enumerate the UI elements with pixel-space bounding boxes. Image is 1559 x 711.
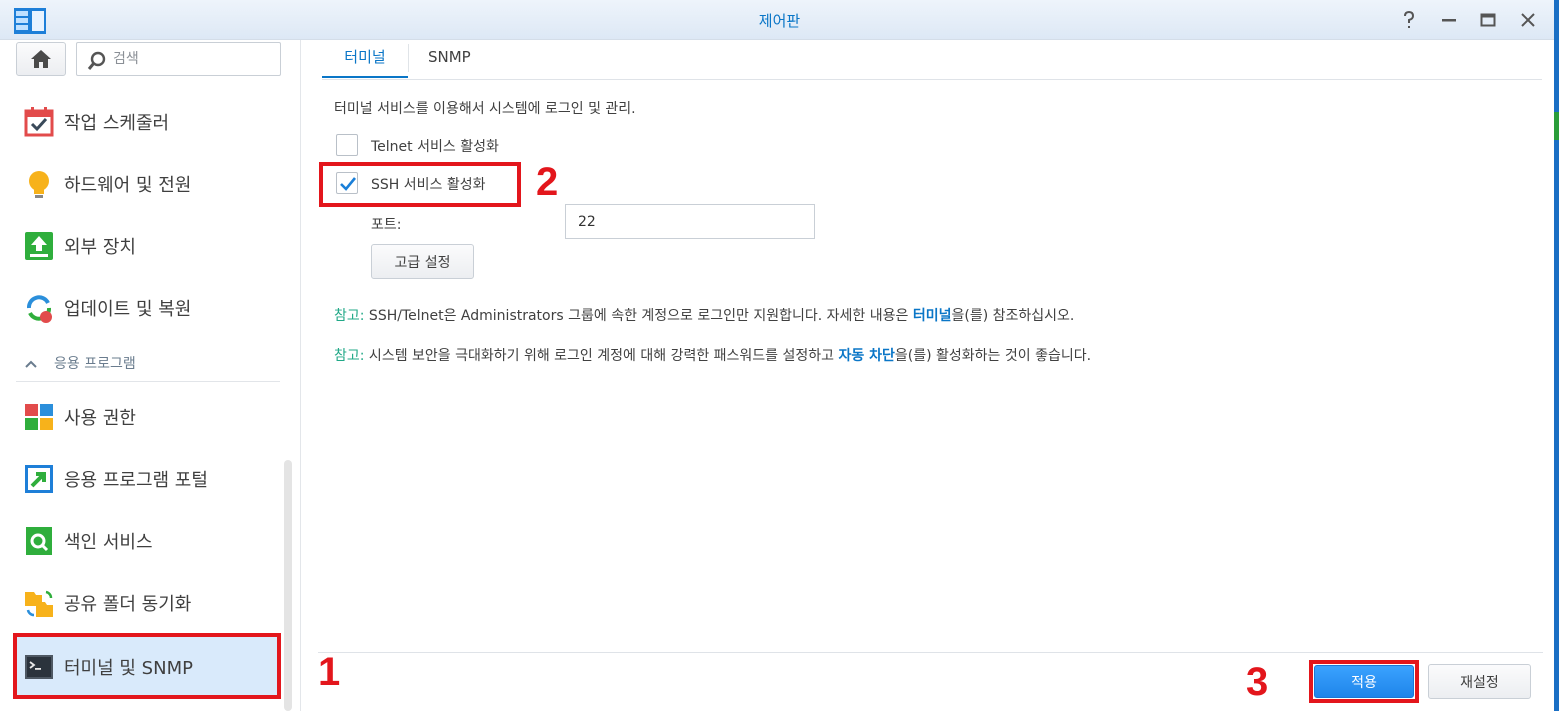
panel-divider [300, 40, 301, 711]
lightbulb-icon [29, 171, 49, 198]
sidebar-item-label: 응용 프로그램 포털 [64, 470, 208, 491]
window-edge [1554, 0, 1559, 711]
sidebar-item-task-scheduler[interactable]: 작업 스케줄러 [14, 90, 280, 152]
note-prefix: 참고: [334, 308, 365, 324]
sidebar-item-update-restore[interactable]: 업데이트 및 복원 [14, 276, 280, 338]
sidebar-item-privileges[interactable]: 사용 권한 [14, 385, 280, 447]
annotation-box-3 [1309, 660, 1419, 703]
section-label: 응용 프로그램 [54, 356, 136, 372]
tab-terminal[interactable]: 터미널 [322, 40, 408, 78]
sidebar: 작업 스케줄러 하드웨어 및 전원 외부 장치 업데이트 및 복원 응용 프로그… [0, 40, 296, 711]
sidebar-item-label: 공유 폴더 동기화 [64, 594, 192, 615]
port-input[interactable] [565, 204, 815, 239]
privileges-icon [25, 404, 53, 430]
update-restore-icon [27, 295, 52, 323]
help-icon[interactable] [1399, 10, 1419, 30]
annotation-step-2: 2 [536, 160, 559, 204]
window-title: 제어판 [758, 12, 801, 30]
sidebar-item-external-devices[interactable]: 외부 장치 [14, 214, 280, 276]
section-header-applications[interactable]: 응용 프로그램 [16, 348, 280, 382]
telnet-checkbox[interactable] [336, 134, 358, 156]
folder-sync-icon [25, 590, 53, 617]
note-prefix: 참고: [334, 348, 365, 364]
tab-bar: 터미널 SNMP [322, 40, 1542, 80]
home-icon [31, 50, 51, 68]
telnet-label: Telnet 서비스 활성화 [371, 139, 499, 155]
annotation-box-1 [13, 633, 281, 699]
sidebar-item-label: 작업 스케줄러 [64, 113, 170, 134]
sidebar-item-application-portal[interactable]: 응용 프로그램 포털 [14, 447, 280, 509]
minimize-icon[interactable] [1439, 10, 1459, 30]
note-text: 을(를) 참조하십시오. [951, 308, 1075, 324]
tab-separator [408, 44, 409, 72]
sidebar-item-label: 업데이트 및 복원 [64, 299, 192, 320]
terminal-description: 터미널 서비스를 이용해서 시스템에 로그인 및 관리. [334, 101, 636, 117]
portal-icon [25, 465, 53, 493]
terminal-link[interactable]: 터미널 [913, 308, 952, 324]
sidebar-item-hardware-power[interactable]: 하드웨어 및 전원 [14, 152, 280, 214]
note-auto-block: 참고: 시스템 보안을 극대화하기 위해 로그인 계정에 대해 강력한 패스워드… [334, 345, 1091, 365]
sidebar-item-label: 색인 서비스 [64, 532, 153, 553]
sidebar-scrollbar[interactable] [284, 460, 292, 711]
note-text: 을(를) 활성화하는 것이 좋습니다. [894, 348, 1092, 364]
note-ssh-telnet: 참고: SSH/Telnet은 Administrators 그룹에 속한 계정… [334, 305, 1074, 325]
sidebar-item-label: 사용 권한 [64, 408, 136, 429]
calendar-check-icon [24, 107, 54, 137]
title-bar: 제어판 [0, 0, 1559, 40]
reset-button[interactable]: 재설정 [1428, 664, 1531, 699]
sidebar-item-indexing-service[interactable]: 색인 서비스 [14, 509, 280, 571]
search-icon [87, 51, 106, 70]
close-icon[interactable] [1518, 10, 1538, 30]
sidebar-item-label: 외부 장치 [64, 237, 136, 258]
chevron-up-icon [25, 360, 37, 368]
external-device-icon [25, 232, 53, 260]
annotation-box-2 [319, 162, 521, 207]
auto-block-link[interactable]: 자동 차단 [838, 348, 894, 364]
search-input[interactable] [113, 49, 273, 69]
port-label: 포트: [371, 217, 402, 233]
sidebar-item-label: 하드웨어 및 전원 [64, 175, 192, 196]
maximize-icon[interactable] [1478, 10, 1498, 30]
note-text: 시스템 보안을 극대화하기 위해 로그인 계정에 대해 강력한 패스워드를 설정… [364, 348, 839, 364]
search-box[interactable] [76, 42, 281, 76]
advanced-settings-button[interactable]: 고급 설정 [371, 244, 474, 279]
tab-snmp[interactable]: SNMP [428, 40, 471, 80]
footer-divider [318, 652, 1543, 653]
note-text: SSH/Telnet은 Administrators 그룹에 속한 계정으로 로… [364, 308, 913, 324]
sidebar-item-shared-folder-sync[interactable]: 공유 폴더 동기화 [14, 571, 280, 633]
annotation-step-1: 1 [318, 650, 341, 694]
window-edge-accent [1554, 112, 1559, 140]
annotation-step-3: 3 [1246, 660, 1269, 704]
indexing-icon [26, 527, 52, 555]
home-button[interactable] [16, 42, 66, 76]
